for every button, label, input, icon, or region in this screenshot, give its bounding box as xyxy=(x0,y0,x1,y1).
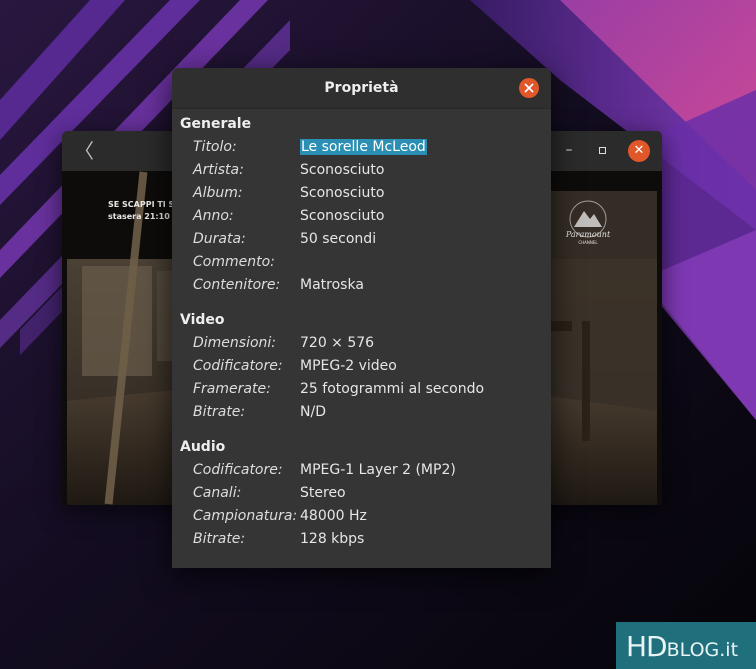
maximize-icon[interactable] xyxy=(592,140,614,162)
property-label: Codificatore: xyxy=(193,358,283,374)
property-label: Durata: xyxy=(193,231,246,247)
property-row-album: Album: Sconosciuto xyxy=(172,185,551,208)
property-value[interactable]: 720 × 576 xyxy=(300,335,374,351)
chevron-left-icon[interactable]: 〈 xyxy=(72,139,96,163)
video-caption-line: stasera 21:10 xyxy=(108,212,170,221)
property-label: Bitrate: xyxy=(193,404,246,420)
property-value[interactable]: Stereo xyxy=(300,485,346,501)
mountain-logo-icon: Paramount CHANNEL xyxy=(565,200,611,245)
property-value[interactable]: Sconosciuto xyxy=(300,162,384,178)
property-value[interactable]: N/D xyxy=(300,404,326,420)
property-label: Contenitore: xyxy=(193,277,281,293)
property-value[interactable]: Matroska xyxy=(300,277,364,293)
section-title-general: Generale xyxy=(180,116,252,132)
watermark-text: HDBLOG.it xyxy=(626,630,738,667)
property-row-dimensions: Dimensioni: 720 × 576 xyxy=(172,335,551,358)
property-value[interactable]: 128 kbps xyxy=(300,531,364,547)
video-caption: SE SCAPPI TI S stasera 21:10 xyxy=(108,199,174,223)
property-row-year: Anno: Sconosciuto xyxy=(172,208,551,231)
property-value[interactable]: 48000 Hz xyxy=(300,508,367,524)
property-row-audio-codec: Codificatore: MPEG-1 Layer 2 (MP2) xyxy=(172,462,551,485)
property-value[interactable]: 50 secondi xyxy=(300,231,376,247)
property-row-audio-bitrate: Bitrate: 128 kbps xyxy=(172,531,551,554)
property-label: Bitrate: xyxy=(193,531,246,547)
watermark-suffix: BLOG.it xyxy=(666,639,739,661)
dialog-headerbar: Proprietà xyxy=(172,68,551,109)
property-label: Canali: xyxy=(193,485,242,501)
dialog-title: Proprietà xyxy=(324,80,399,96)
property-row-container: Contenitore: Matroska xyxy=(172,277,551,300)
close-icon[interactable]: ✕ xyxy=(628,140,650,162)
property-label: Codificatore: xyxy=(193,462,283,478)
property-row-video-codec: Codificatore: MPEG-2 video xyxy=(172,358,551,381)
svg-text:Paramount: Paramount xyxy=(565,230,611,239)
section-title-video: Video xyxy=(180,312,225,328)
watermark-brand: HD xyxy=(626,630,668,663)
property-label: Campionatura: xyxy=(193,508,298,524)
hdblog-watermark: HDBLOG.it xyxy=(616,622,756,669)
property-row-channels: Canali: Stereo xyxy=(172,485,551,508)
channel-logo: Paramount CHANNEL xyxy=(562,197,614,249)
property-label: Framerate: xyxy=(193,381,271,397)
property-label: Anno: xyxy=(193,208,234,224)
property-row-framerate: Framerate: 25 fotogrammi al secondo xyxy=(172,381,551,404)
property-label: Titolo: xyxy=(193,139,237,155)
property-row-title: Titolo: Le sorelle McLeod xyxy=(172,139,551,162)
property-label: Artista: xyxy=(193,162,244,178)
property-value[interactable]: 25 fotogrammi al secondo xyxy=(300,381,484,397)
close-icon[interactable] xyxy=(519,78,539,98)
property-label: Album: xyxy=(193,185,243,201)
property-label: Dimensioni: xyxy=(193,335,277,351)
property-label: Commento: xyxy=(193,254,275,270)
property-value[interactable]: Sconosciuto xyxy=(300,208,384,224)
video-caption-line: SE SCAPPI TI S xyxy=(108,200,175,209)
property-row-sample-rate: Campionatura: 48000 Hz xyxy=(172,508,551,531)
property-value-title[interactable]: Le sorelle McLeod xyxy=(300,139,427,155)
property-row-comment: Commento: xyxy=(172,254,551,277)
property-value[interactable]: MPEG-2 video xyxy=(300,358,397,374)
svg-text:CHANNEL: CHANNEL xyxy=(578,240,598,245)
section-title-audio: Audio xyxy=(180,439,226,455)
properties-dialog: Proprietà Generale Titolo: Le sorelle Mc… xyxy=(172,68,551,568)
minimize-icon[interactable]: – xyxy=(558,140,580,162)
property-value[interactable]: Sconosciuto xyxy=(300,185,384,201)
property-row-duration: Durata: 50 secondi xyxy=(172,231,551,254)
property-value[interactable]: MPEG-1 Layer 2 (MP2) xyxy=(300,462,456,478)
property-row-artist: Artista: Sconosciuto xyxy=(172,162,551,185)
property-row-video-bitrate: Bitrate: N/D xyxy=(172,404,551,427)
